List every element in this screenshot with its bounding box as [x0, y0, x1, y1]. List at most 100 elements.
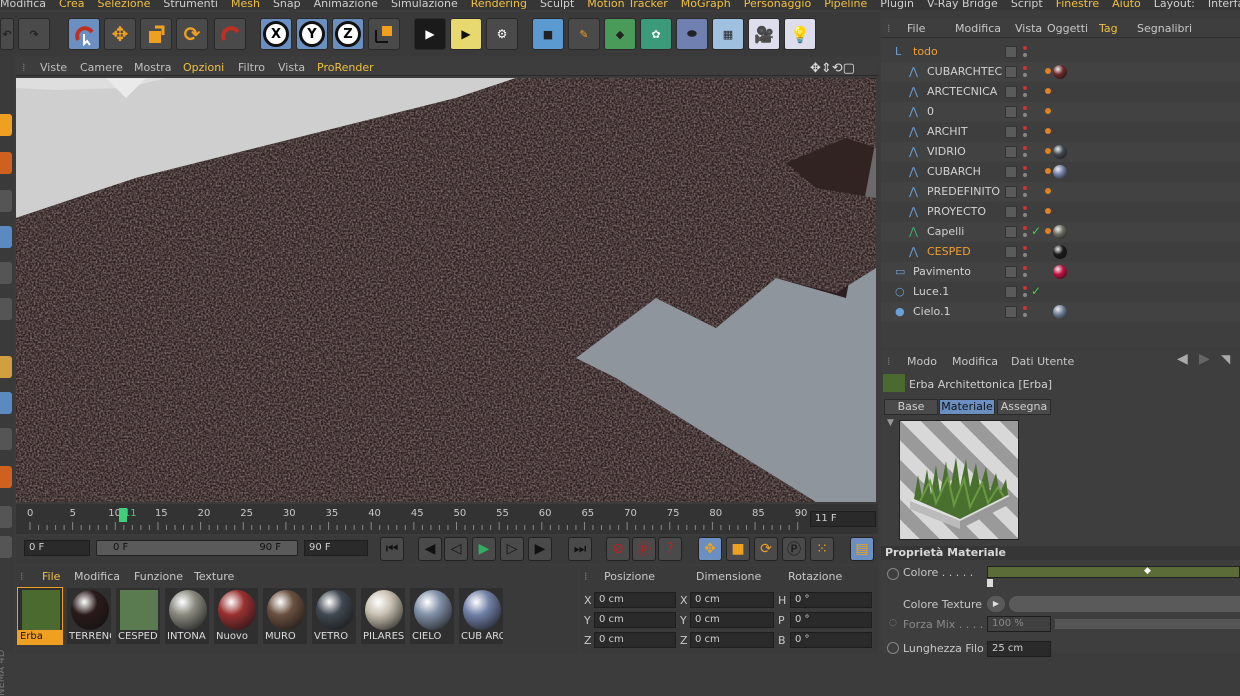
menu-item-7[interactable]: Simulazione — [391, 0, 458, 9]
layer-toggle[interactable] — [1005, 146, 1017, 158]
object-row[interactable]: ⋀ CUBARCHTEC — [881, 62, 1240, 82]
light-button[interactable]: 💡 — [784, 18, 816, 50]
blade-length-radio[interactable] — [887, 642, 899, 654]
layer-toggle[interactable] — [1005, 106, 1017, 118]
object-row[interactable]: ⋀ PROYECTO — [881, 202, 1240, 222]
attribute-tab-0[interactable]: Base — [884, 399, 938, 415]
attribute-menu-2[interactable]: Dati Utente — [1011, 355, 1074, 368]
forward-arrow-icon[interactable]: ▶ — [1199, 351, 1210, 367]
material-tag-icon[interactable] — [1053, 245, 1067, 259]
previous-frame-button[interactable]: ◁ — [444, 537, 468, 561]
up-arrow-icon[interactable]: ◥ — [1221, 352, 1230, 366]
menu-item-17[interactable]: Finestre — [1056, 0, 1099, 9]
visibility-dots[interactable] — [1023, 305, 1027, 319]
size-field[interactable]: 0 cm — [690, 592, 774, 608]
tweak-mode-button[interactable] — [0, 392, 12, 414]
menu-item-2[interactable]: Selezione — [97, 0, 150, 9]
viewport-menu-2[interactable]: Mostra — [134, 61, 172, 74]
timeline-ruler[interactable]: 0 5 10 11 15 20 25 30 35 40 45 50 55 60 65 70 75 80 85 90 1… — [16, 504, 878, 534]
menu-item-4[interactable]: Mesh — [231, 0, 260, 9]
object-menu-2[interactable]: Vista — [1015, 22, 1042, 35]
object-row[interactable]: Ltodo — [881, 42, 1240, 62]
attribute-tab-1[interactable]: Materiale — [939, 399, 995, 415]
points-mode-button[interactable] — [0, 226, 12, 248]
menu-item-0[interactable]: Modifica — [0, 0, 46, 9]
blade-length-field[interactable]: 25 cm — [987, 641, 1051, 657]
next-frame-button[interactable]: ▷ — [500, 537, 524, 561]
menu-item-14[interactable]: Plugin — [880, 0, 914, 9]
material-swatch-8[interactable]: CIELO — [410, 588, 454, 644]
layer-toggle[interactable] — [1005, 126, 1017, 138]
polygons-mode-button[interactable] — [0, 298, 12, 320]
key-pla-button[interactable]: ⁙ — [810, 537, 834, 561]
material-swatch-3[interactable]: INTONA — [165, 588, 209, 644]
subdivision-button[interactable]: ◆ — [604, 18, 636, 50]
visibility-dots[interactable] — [1023, 245, 1027, 259]
menu-item-10[interactable]: Motion Tracker — [587, 0, 667, 9]
viewport-menu-1[interactable]: Camere — [80, 61, 123, 74]
texture-mode-button[interactable] — [0, 190, 12, 212]
timeline-window-button[interactable]: ▤ — [850, 537, 874, 561]
visibility-dots[interactable] — [1023, 165, 1027, 179]
material-menu-0[interactable]: File — [42, 570, 60, 583]
deformer-button[interactable]: ⬬ — [676, 18, 708, 50]
playhead-marker[interactable] — [119, 508, 127, 522]
material-swatch-9[interactable]: CUB ARC — [459, 588, 503, 644]
object-row[interactable]: ⋀ ARCHIT — [881, 122, 1240, 142]
visibility-dots[interactable] — [1023, 205, 1027, 219]
material-tag-icon[interactable] — [1053, 65, 1067, 79]
visibility-dots[interactable] — [1023, 265, 1027, 279]
layer-toggle[interactable] — [1005, 306, 1017, 318]
material-swatch-2[interactable]: CESPED — [116, 588, 160, 644]
visibility-dots[interactable] — [1023, 145, 1027, 159]
material-tag-icon[interactable] — [1053, 265, 1067, 279]
layer-toggle[interactable] — [1005, 66, 1017, 78]
cube-button[interactable]: ■ — [532, 18, 564, 50]
layer-toggle[interactable] — [1005, 186, 1017, 198]
z-axis-button[interactable]: Z — [332, 18, 364, 50]
key-parameter-button[interactable]: Ⓟ — [782, 537, 806, 561]
object-menu-1[interactable]: Modifica — [955, 22, 1001, 35]
object-row[interactable]: ⋀ VIDRIO — [881, 142, 1240, 162]
key-scale-button[interactable]: ■ — [726, 537, 750, 561]
undo-button[interactable]: ↶ — [0, 18, 14, 50]
redo-button[interactable]: ↷ — [18, 18, 50, 50]
rotation-field[interactable]: 0 ° — [790, 632, 872, 648]
layer-toggle[interactable] — [1005, 206, 1017, 218]
visibility-dots[interactable] — [1023, 65, 1027, 79]
current-frame-field[interactable]: 11 F — [810, 511, 876, 527]
material-tag-icon[interactable] — [1053, 225, 1067, 239]
attribute-menu-1[interactable]: Modifica — [952, 355, 998, 368]
material-menu-1[interactable]: Modifica — [74, 570, 120, 583]
object-menu-3[interactable]: Oggetti — [1047, 22, 1088, 35]
visibility-dots[interactable] — [1023, 85, 1027, 99]
frame-range-slider[interactable]: 0 F 90 F — [96, 540, 298, 556]
gradient-left-marker[interactable] — [987, 579, 993, 587]
edges-mode-button[interactable] — [0, 262, 12, 284]
viewport-menu-0[interactable]: Viste — [40, 61, 67, 74]
collapse-arrow-icon[interactable]: ▼ — [887, 418, 894, 428]
attribute-tab-2[interactable]: Assegna — [997, 399, 1051, 415]
layer-toggle[interactable] — [1005, 246, 1017, 258]
viewport-nav-icons[interactable]: ✥⇕⟲▢ — [810, 61, 855, 76]
material-swatch-5[interactable]: MURO — [263, 588, 307, 644]
visibility-dots[interactable] — [1023, 285, 1027, 299]
object-menu-0[interactable]: File — [907, 22, 925, 35]
menu-item-16[interactable]: Script — [1011, 0, 1043, 9]
key-position-button[interactable]: ✥ — [698, 537, 722, 561]
object-row[interactable]: ⋀ CUBARCH — [881, 162, 1240, 182]
viewport-menu-4[interactable]: Filtro — [238, 61, 265, 74]
render-picture-viewer-button[interactable]: ▶ — [450, 18, 482, 50]
visibility-dots[interactable] — [1023, 105, 1027, 119]
material-tag-icon[interactable] — [1053, 145, 1067, 159]
gradient-knot-icon[interactable]: ◆ — [1144, 566, 1151, 576]
menu-item-1[interactable]: Crea — [59, 0, 84, 9]
rotation-field[interactable]: 0 ° — [790, 592, 872, 608]
color-gradient-bar[interactable]: ◆ — [987, 566, 1240, 578]
material-tag-icon[interactable] — [1053, 305, 1067, 319]
previous-key-button[interactable]: ◀ — [418, 537, 442, 561]
viewport-menu-5[interactable]: Vista — [278, 61, 305, 74]
size-field[interactable]: 0 cm — [690, 632, 774, 648]
back-arrow-icon[interactable]: ◀ — [1177, 351, 1188, 367]
position-field[interactable]: 0 cm — [594, 592, 676, 608]
